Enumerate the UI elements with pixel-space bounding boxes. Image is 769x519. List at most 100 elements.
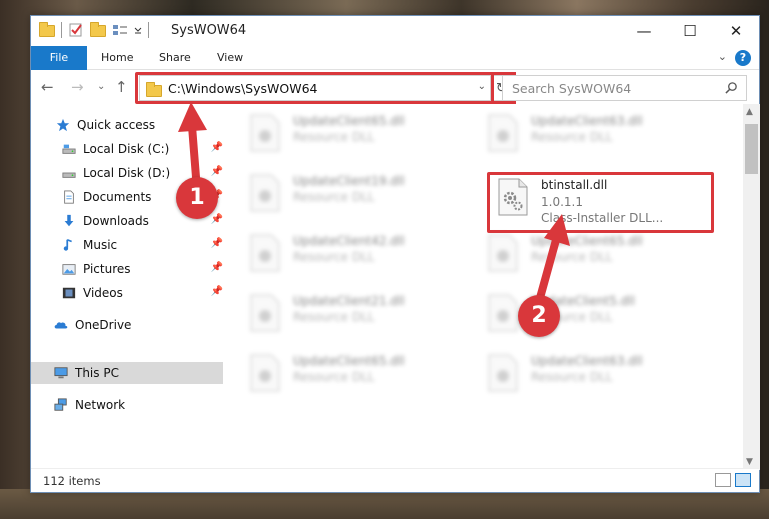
- sidebar-item-label: Downloads: [83, 214, 149, 228]
- document-icon: [64, 190, 74, 204]
- list-item[interactable]: UpdateClient65.dll Resource DLL: [237, 108, 457, 160]
- list-item[interactable]: UpdateClient5.dll Resource DLL: [475, 288, 695, 340]
- folder-icon: [39, 22, 55, 37]
- status-bar: 112 items: [31, 468, 759, 492]
- file-description: Resource DLL: [293, 250, 375, 264]
- help-button[interactable]: ?: [735, 50, 751, 66]
- desktop-background: [0, 489, 769, 519]
- sidebar-item-pictures[interactable]: Pictures 📌: [61, 258, 223, 280]
- dll-file-icon: [250, 294, 280, 332]
- expand-ribbon-icon[interactable]: ⌄: [718, 50, 727, 63]
- dll-file-icon: [488, 354, 518, 392]
- dll-file-icon: [250, 234, 280, 272]
- file-name: UpdateClient42.dll: [293, 234, 405, 248]
- pc-icon: [54, 367, 68, 379]
- sidebar-item-onedrive[interactable]: OneDrive: [53, 314, 223, 336]
- minimize-button[interactable]: —: [621, 16, 667, 46]
- network-icon: [54, 398, 67, 411]
- sidebar-item-label: Documents: [83, 190, 152, 204]
- vertical-scrollbar[interactable]: ▲ ▼: [743, 104, 760, 470]
- sidebar-item-label: This PC: [75, 366, 119, 380]
- sidebar-item-network[interactable]: Network: [53, 394, 223, 416]
- sidebar-item-this-pc[interactable]: This PC: [31, 362, 223, 384]
- tab-share[interactable]: Share: [159, 46, 191, 70]
- customize-qat-icon[interactable]: [112, 22, 128, 38]
- sidebar-item-label: Music: [83, 238, 118, 252]
- download-icon: [64, 214, 74, 227]
- recent-locations-icon[interactable]: ⌄: [97, 81, 105, 92]
- file-description: Resource DLL: [293, 130, 375, 144]
- details-view-button[interactable]: [715, 473, 731, 487]
- file-name: UpdateClient63.dll: [531, 114, 643, 128]
- file-name: UpdateClient65.dll: [531, 234, 643, 248]
- tab-view[interactable]: View: [217, 46, 243, 70]
- file-description: Resource DLL: [293, 190, 375, 204]
- sidebar-item-label: Network: [75, 398, 126, 412]
- ribbon-tabs: File Home Share View ⌄ ?: [31, 46, 759, 70]
- new-folder-icon[interactable]: [90, 22, 106, 37]
- list-item[interactable]: UpdateClient63.dll Resource DLL: [475, 108, 695, 160]
- window-title: SysWOW64: [171, 23, 247, 38]
- up-button[interactable]: ↑: [115, 78, 128, 96]
- forward-button[interactable]: →: [71, 78, 84, 96]
- sidebar-item-music[interactable]: Music 📌: [61, 234, 223, 256]
- videos-icon: [62, 287, 76, 299]
- list-item[interactable]: UpdateClient21.dll Resource DLL: [237, 288, 457, 340]
- maximize-button[interactable]: ☐: [667, 16, 713, 46]
- close-button[interactable]: ✕: [713, 16, 759, 46]
- cloud-icon: [54, 322, 68, 329]
- sidebar-item-label: Quick access: [77, 118, 156, 132]
- file-description: Resource DLL: [531, 370, 613, 384]
- pin-icon: 📌: [210, 142, 223, 153]
- scroll-up-icon[interactable]: ▲: [746, 107, 753, 117]
- sidebar-item-label: Pictures: [83, 262, 131, 276]
- window-controls: — ☐ ✕: [621, 16, 759, 46]
- file-description: Resource DLL: [293, 310, 375, 324]
- title-bar: SysWOW64 — ☐ ✕: [31, 16, 759, 46]
- pin-icon: 📌: [210, 238, 223, 249]
- drive-icon: [62, 172, 76, 178]
- sidebar-item-local-disk-c[interactable]: Local Disk (C:) 📌: [61, 138, 223, 160]
- file-description: Resource DLL: [293, 370, 375, 384]
- file-name: UpdateClient63.dll: [531, 354, 643, 368]
- search-input[interactable]: Search SysWOW64: [502, 75, 747, 101]
- music-icon: [63, 238, 72, 251]
- sidebar-item-videos[interactable]: Videos 📌: [61, 282, 223, 304]
- sidebar-item-label: Videos: [83, 286, 123, 300]
- tiles-view-button[interactable]: [735, 473, 751, 487]
- file-list: UpdateClient65.dll Resource DLL UpdateCl…: [237, 108, 742, 468]
- list-item[interactable]: UpdateClient42.dll Resource DLL: [237, 228, 457, 280]
- list-item[interactable]: UpdateClient19.dll Resource DLL: [237, 168, 457, 220]
- file-description: Resource DLL: [531, 130, 613, 144]
- navigation-pane: Quick access Local Disk (C:) 📌 Local Dis…: [31, 108, 231, 468]
- sidebar-item-quick-access[interactable]: Quick access: [55, 114, 223, 136]
- pictures-icon: [62, 264, 76, 275]
- list-item[interactable]: UpdateClient63.dll Resource DLL: [475, 348, 695, 400]
- qat-dropdown-icon[interactable]: [134, 22, 142, 38]
- scroll-thumb[interactable]: [745, 124, 758, 174]
- pin-icon: 📌: [210, 214, 223, 225]
- separator: [61, 22, 62, 38]
- pin-icon: 📌: [210, 286, 223, 297]
- file-name: UpdateClient19.dll: [293, 174, 405, 188]
- properties-icon[interactable]: [68, 22, 84, 38]
- explorer-window: SysWOW64 — ☐ ✕ File Home Share View ⌄ ? …: [30, 15, 760, 493]
- tab-file[interactable]: File: [31, 46, 87, 70]
- sidebar-item-label: Local Disk (D:): [83, 166, 171, 180]
- separator: [148, 22, 149, 38]
- file-description: Resource DLL: [531, 250, 613, 264]
- file-name: UpdateClient65.dll: [293, 354, 405, 368]
- tab-home[interactable]: Home: [101, 46, 133, 70]
- sidebar-item-label: Local Disk (C:): [83, 142, 170, 156]
- pin-icon: 📌: [210, 166, 223, 177]
- quick-access-toolbar: [39, 22, 149, 38]
- list-item[interactable]: UpdateClient65.dll Resource DLL: [475, 228, 695, 280]
- list-item[interactable]: UpdateClient65.dll Resource DLL: [237, 348, 457, 400]
- navigation-bar: ← → ⌄ ↑ C:\Windows\SysWOW64 ⌄ ↻ Search S…: [31, 72, 759, 104]
- back-button[interactable]: ←: [41, 78, 54, 96]
- dll-file-icon: [250, 354, 280, 392]
- step-badge-1: 1: [176, 177, 218, 219]
- dll-file-icon: [488, 114, 518, 152]
- view-switcher: [715, 473, 751, 487]
- scroll-down-icon[interactable]: ▼: [746, 457, 753, 467]
